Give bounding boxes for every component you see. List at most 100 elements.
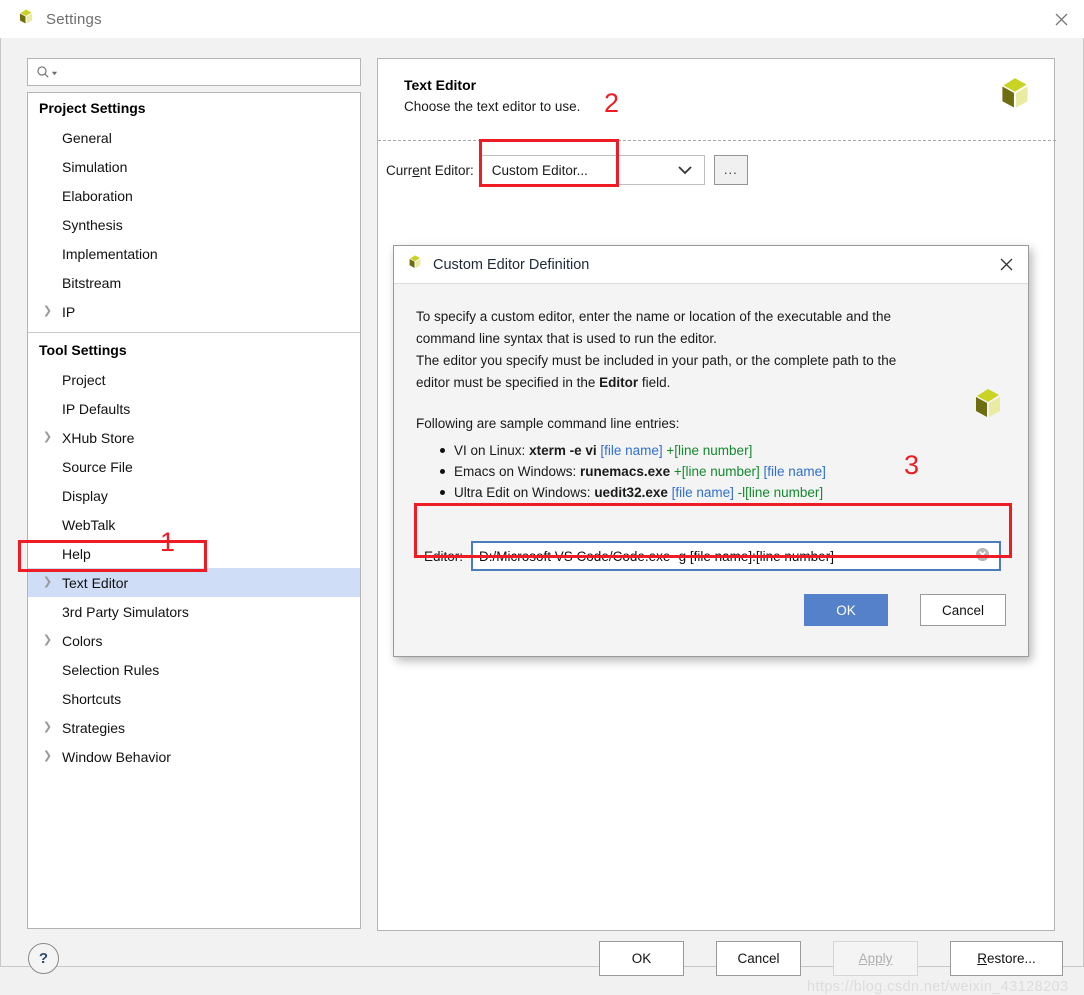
annotation-number-3: 3: [904, 450, 920, 480]
sidebar-item-bitstream[interactable]: ❯ Bitstream: [28, 268, 360, 297]
sample-arg-line: +[line number]: [670, 464, 760, 479]
chevron-right-icon[interactable]: ❯: [40, 577, 55, 588]
sidebar-item-ip[interactable]: ❯ IP: [28, 297, 360, 326]
sidebar-item-general[interactable]: ❯ General: [28, 123, 360, 152]
chevron-right-icon[interactable]: ❯: [40, 635, 55, 646]
samples-heading: Following are sample command line entrie…: [416, 416, 680, 431]
sidebar-item-label: 3rd Party Simulators: [62, 603, 189, 620]
sidebar-item-xhub-store[interactable]: ❯ XHub Store: [28, 423, 360, 452]
dialog-paragraph-4-pre: editor must be specified in the: [416, 375, 600, 390]
dialog-paragraph-2: command line syntax that is used to run …: [416, 331, 717, 346]
sidebar-item-3rd-party-simulators[interactable]: ❯ 3rd Party Simulators: [28, 597, 360, 626]
sample-prefix: Ultra Edit on Windows:: [454, 485, 595, 500]
sidebar-item-text-editor[interactable]: ❯ Text Editor: [28, 568, 360, 597]
sample-command: runemacs.exe: [580, 464, 671, 479]
settings-window: Settings Project Settings General Simula…: [0, 0, 1084, 995]
settings-tree[interactable]: Project Settings ❯ General ❯ Simulation …: [27, 92, 361, 929]
page-title: Text Editor: [404, 77, 477, 93]
panel-header: Text Editor Choose the text editor to us…: [378, 59, 1054, 114]
sample-arg-line: +[line number]: [662, 443, 753, 458]
sidebar-item-label: WebTalk: [62, 516, 116, 533]
sidebar-item-display[interactable]: ❯ Display: [28, 481, 360, 510]
vivado-logo-icon: [994, 75, 1036, 120]
sample-arg-line: -l[line number]: [733, 485, 824, 500]
sidebar-item-elaboration[interactable]: ❯ Elaboration: [28, 181, 360, 210]
dialog-titlebar: Custom Editor Definition: [394, 246, 1028, 284]
apply-button-label: Apply: [858, 951, 893, 966]
close-icon[interactable]: [984, 246, 1028, 283]
search-caret-icon[interactable]: [51, 65, 58, 80]
search-icon: [36, 65, 51, 80]
ok-button[interactable]: OK: [599, 941, 684, 976]
restore-button-label: estore...: [986, 951, 1036, 966]
annotation-number-2: 2: [604, 88, 620, 118]
sample-arg-file: [file name]: [759, 464, 826, 479]
search-box[interactable]: [27, 58, 361, 86]
sidebar-item-webtalk[interactable]: ❯ WebTalk: [28, 510, 360, 539]
sidebar-item-label: IP: [62, 303, 76, 320]
vivado-logo-icon: [968, 386, 1008, 429]
sidebar-item-label: Strategies: [62, 719, 126, 736]
sidebar-item-label: General: [62, 129, 112, 146]
restore-mnemonic: R: [977, 951, 987, 966]
list-item: Emacs on Windows: runemacs.exe +[line nu…: [440, 461, 1004, 482]
help-button[interactable]: ?: [28, 943, 59, 974]
chevron-right-icon[interactable]: ❯: [40, 751, 55, 762]
sidebar-item-label: Elaboration: [62, 187, 133, 204]
sample-arg-file: [file name]: [667, 485, 734, 500]
sidebar-item-selection-rules[interactable]: ❯ Selection Rules: [28, 655, 360, 684]
annotation-box-2: [479, 139, 619, 187]
cancel-button[interactable]: Cancel: [716, 941, 801, 976]
settings-sidebar: Project Settings ❯ General ❯ Simulation …: [27, 58, 361, 929]
sidebar-item-label: Display: [62, 487, 108, 504]
sidebar-item-strategies[interactable]: ❯ Strategies: [28, 713, 360, 742]
sidebar-item-source-file[interactable]: ❯ Source File: [28, 452, 360, 481]
close-icon[interactable]: [1038, 0, 1084, 38]
dialog-ok-button[interactable]: OK: [804, 594, 888, 626]
annotation-number-1: 1: [160, 527, 176, 557]
sidebar-item-synthesis[interactable]: ❯ Synthesis: [28, 210, 360, 239]
sidebar-item-ip-defaults[interactable]: ❯ IP Defaults: [28, 394, 360, 423]
sidebar-item-window-behavior[interactable]: ❯ Window Behavior: [28, 742, 360, 771]
dialog-title: Custom Editor Definition: [433, 256, 590, 273]
sidebar-item-label: IP Defaults: [62, 400, 131, 417]
sample-prefix: Emacs on Windows:: [454, 464, 581, 479]
dialog-cancel-button[interactable]: Cancel: [920, 594, 1006, 626]
sidebar-item-label: Window Behavior: [62, 748, 171, 765]
sidebar-item-label: Simulation: [62, 158, 128, 175]
chevron-right-icon[interactable]: ❯: [40, 306, 55, 317]
sidebar-item-label: Shortcuts: [62, 690, 122, 707]
search-input[interactable]: [58, 59, 360, 85]
sidebar-item-label: Source File: [62, 458, 133, 475]
sidebar-item-shortcuts[interactable]: ❯ Shortcuts: [28, 684, 360, 713]
sidebar-item-colors[interactable]: ❯ Colors: [28, 626, 360, 655]
chevron-right-icon[interactable]: ❯: [40, 722, 55, 733]
sidebar-item-label: XHub Store: [62, 429, 135, 446]
window-title: Settings: [46, 10, 102, 28]
vivado-logo-icon: [16, 8, 36, 31]
apply-button: Apply: [833, 941, 918, 976]
chevron-right-icon[interactable]: ❯: [40, 432, 55, 443]
chevron-down-icon[interactable]: [678, 163, 692, 178]
window-titlebar: Settings: [0, 0, 1084, 39]
restore-button[interactable]: Restore...: [950, 941, 1063, 976]
sidebar-item-simulation[interactable]: ❯ Simulation: [28, 152, 360, 181]
sidebar-item-implementation[interactable]: ❯ Implementation: [28, 239, 360, 268]
sample-arg-file: [file name]: [596, 443, 663, 458]
dialog-paragraph-4-bold: Editor: [599, 375, 639, 390]
sample-command: uedit32.exe: [594, 485, 668, 500]
dialog-body: To specify a custom editor, enter the na…: [394, 284, 1028, 503]
vivado-logo-icon: [406, 254, 424, 275]
browse-editor-button[interactable]: ...: [713, 155, 748, 185]
footer-button-row: OK Cancel Apply Restore...: [599, 941, 1063, 976]
watermark-text: https://blog.csdn.net/weixin_43128203: [807, 979, 1069, 995]
sidebar-item-label: Implementation: [62, 245, 158, 262]
sample-command: xterm -e vi: [529, 443, 597, 458]
sidebar-item-project[interactable]: ❯ Project: [28, 365, 360, 394]
sidebar-item-label: Selection Rules: [62, 661, 160, 678]
dialog-paragraph-4: editor must be specified in the Editor f…: [416, 372, 1004, 394]
sample-prefix: VI on Linux:: [454, 443, 530, 458]
sidebar-item-label: Colors: [62, 632, 103, 649]
sidebar-item-label: Bitstream: [62, 274, 122, 291]
annotation-box-3: [414, 503, 1012, 558]
